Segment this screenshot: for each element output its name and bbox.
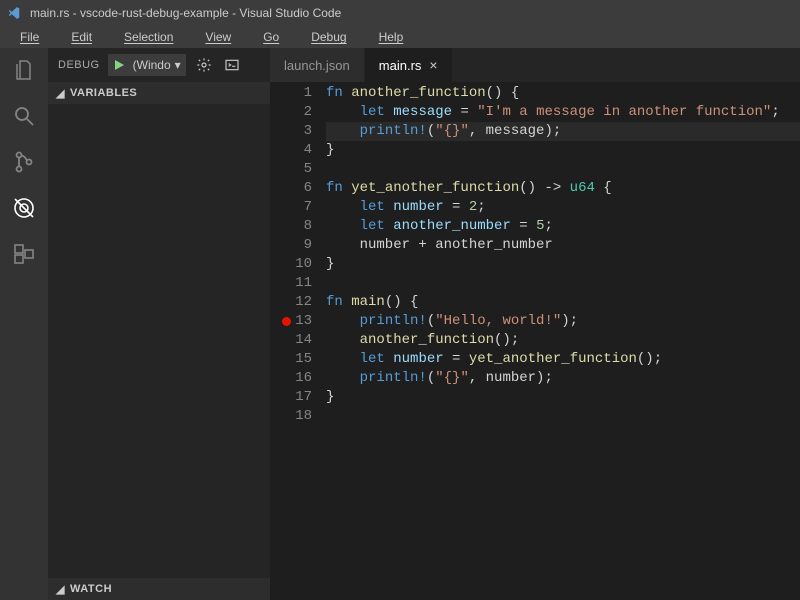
gear-icon[interactable] <box>194 55 214 75</box>
breakpoint-icon[interactable] <box>282 317 291 326</box>
code-line[interactable]: another_function(); <box>326 331 800 350</box>
code-content[interactable]: fn another_function() { let message = "I… <box>326 84 800 600</box>
twisty-icon: ◢ <box>56 87 66 100</box>
line-number[interactable]: 8 <box>278 217 312 236</box>
line-number[interactable]: 11 <box>278 274 312 293</box>
explorer-icon[interactable] <box>10 56 38 84</box>
debug-console-icon[interactable] <box>222 55 242 75</box>
line-number[interactable]: 5 <box>278 160 312 179</box>
code-line[interactable]: fn another_function() { <box>326 84 800 103</box>
variables-body <box>48 104 270 578</box>
menu-go[interactable]: Go <box>247 28 295 46</box>
line-number[interactable]: 13 <box>278 312 312 331</box>
variables-title: VARIABLES <box>70 87 137 99</box>
code-line[interactable]: fn main() { <box>326 293 800 312</box>
line-number[interactable]: 1 <box>278 84 312 103</box>
line-number[interactable]: 16 <box>278 369 312 388</box>
menu-edit[interactable]: Edit <box>55 28 108 46</box>
menubar: File Edit Selection View Go Debug Help <box>0 26 800 48</box>
variables-panel: ◢ VARIABLES <box>48 82 270 578</box>
menu-view[interactable]: View <box>189 28 247 46</box>
source-control-icon[interactable] <box>10 148 38 176</box>
code-line[interactable]: let message = "I'm a message in another … <box>326 103 800 122</box>
code-line[interactable] <box>326 160 800 179</box>
tabbar: launch.json main.rs × <box>270 48 800 82</box>
chevron-down-icon: ▾ <box>175 58 181 72</box>
editor-area: launch.json main.rs × 123456789101112131… <box>270 48 800 600</box>
debug-config-name[interactable]: (Windo ▾ <box>129 58 185 72</box>
debug-icon[interactable] <box>10 194 38 222</box>
titlebar: main.rs - vscode-rust-debug-example - Vi… <box>0 0 800 26</box>
line-number[interactable]: 6 <box>278 179 312 198</box>
debug-config-selector[interactable]: (Windo ▾ <box>108 54 186 76</box>
close-icon[interactable]: × <box>429 57 437 73</box>
sidebar-debug: DEBUG (Windo ▾ ◢ VARIABLES <box>48 48 270 600</box>
gutter[interactable]: 123456789101112131415161718 <box>270 84 326 600</box>
code-line[interactable]: println!("Hello, world!"); <box>326 312 800 331</box>
code-line[interactable]: println!("{}", message); <box>326 122 800 141</box>
search-icon[interactable] <box>10 102 38 130</box>
menu-file[interactable]: File <box>4 28 55 46</box>
line-number[interactable]: 12 <box>278 293 312 312</box>
activitybar <box>0 48 48 600</box>
tab-launch-json[interactable]: launch.json <box>270 48 365 82</box>
code-line[interactable]: let another_number = 5; <box>326 217 800 236</box>
tab-main-rs[interactable]: main.rs × <box>365 48 453 82</box>
vscode-logo-icon <box>6 5 22 21</box>
line-number[interactable]: 4 <box>278 141 312 160</box>
menu-selection[interactable]: Selection <box>108 28 189 46</box>
twisty-icon: ◢ <box>56 583 66 596</box>
debug-toolbar: DEBUG (Windo ▾ <box>48 48 270 82</box>
editor[interactable]: 123456789101112131415161718 fn another_f… <box>270 82 800 600</box>
line-number[interactable]: 17 <box>278 388 312 407</box>
line-number[interactable]: 14 <box>278 331 312 350</box>
menu-help[interactable]: Help <box>363 28 420 46</box>
code-line[interactable]: fn yet_another_function() -> u64 { <box>326 179 800 198</box>
code-line[interactable]: } <box>326 141 800 160</box>
line-number[interactable]: 18 <box>278 407 312 426</box>
watch-panel: ◢ WATCH <box>48 578 270 600</box>
code-line[interactable]: let number = yet_another_function(); <box>326 350 800 369</box>
code-line[interactable]: } <box>326 388 800 407</box>
menu-debug[interactable]: Debug <box>295 28 362 46</box>
extensions-icon[interactable] <box>10 240 38 268</box>
code-line[interactable]: number + another_number <box>326 236 800 255</box>
tab-label: launch.json <box>284 58 350 73</box>
line-number[interactable]: 2 <box>278 103 312 122</box>
code-line[interactable]: println!("{}", number); <box>326 369 800 388</box>
window-title: main.rs - vscode-rust-debug-example - Vi… <box>30 6 341 20</box>
code-line[interactable]: } <box>326 255 800 274</box>
code-line[interactable] <box>326 274 800 293</box>
line-number[interactable]: 7 <box>278 198 312 217</box>
line-number[interactable]: 10 <box>278 255 312 274</box>
debug-label: DEBUG <box>58 59 100 71</box>
line-number[interactable]: 15 <box>278 350 312 369</box>
tab-label: main.rs <box>379 58 422 73</box>
watch-header[interactable]: ◢ WATCH <box>48 578 270 600</box>
variables-header[interactable]: ◢ VARIABLES <box>48 82 270 104</box>
line-number[interactable]: 9 <box>278 236 312 255</box>
line-number[interactable]: 3 <box>278 122 312 141</box>
code-line[interactable] <box>326 407 800 426</box>
code-line[interactable]: let number = 2; <box>326 198 800 217</box>
start-debug-icon[interactable] <box>109 59 129 71</box>
watch-title: WATCH <box>70 583 112 595</box>
